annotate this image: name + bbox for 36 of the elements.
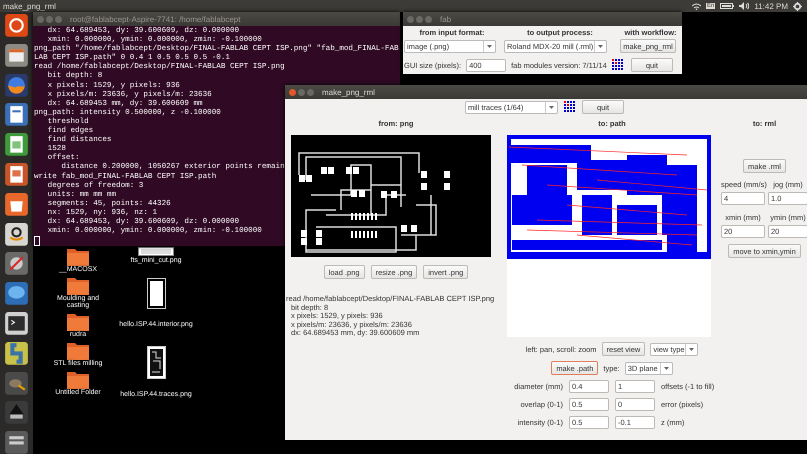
volume-icon[interactable] xyxy=(739,2,750,10)
terminal-icon[interactable] xyxy=(4,310,29,336)
caret-icon xyxy=(689,348,694,350)
folder-icon[interactable] xyxy=(66,312,90,331)
text-cursor xyxy=(34,236,40,246)
document-icon[interactable] xyxy=(4,102,29,128)
clock[interactable]: 11:42 PM xyxy=(754,2,788,10)
shopping-bag-icon[interactable] xyxy=(4,192,29,217)
folder-icon[interactable] xyxy=(66,341,90,360)
window-title: make_png_rml xyxy=(322,88,375,96)
window-title: make_png_rml xyxy=(2,2,57,10)
caret-icon xyxy=(549,106,554,108)
spreadsheet-icon[interactable] xyxy=(4,132,29,157)
globe-icon[interactable] xyxy=(4,72,29,98)
logo-icon[interactable] xyxy=(4,13,29,38)
grid-logo-icon xyxy=(564,101,576,113)
folder-icon[interactable] xyxy=(66,370,90,389)
image-file-icon[interactable] xyxy=(146,346,166,379)
wifi-icon[interactable] xyxy=(692,2,701,10)
chat-bubble-icon[interactable] xyxy=(4,281,29,306)
caret-icon xyxy=(487,44,492,48)
folder-icon[interactable] xyxy=(66,276,90,295)
window-title: fab xyxy=(440,14,452,24)
drawer-icon[interactable] xyxy=(4,42,29,68)
grid-logo-icon xyxy=(612,59,624,71)
caret-icon xyxy=(598,44,603,48)
presentation-icon[interactable] xyxy=(4,162,29,187)
folder-icon[interactable] xyxy=(66,247,90,266)
close-button[interactable] xyxy=(289,88,296,96)
window-title: root@fablabcept-Aspire-7741: /home/fablabcept xyxy=(70,14,240,24)
image-file-icon[interactable] xyxy=(138,247,174,256)
stack-icon[interactable] xyxy=(4,430,29,454)
snake-logo-icon[interactable] xyxy=(4,340,29,366)
battery-icon[interactable] xyxy=(720,3,734,9)
image-file-icon[interactable] xyxy=(146,278,166,309)
caret-icon xyxy=(664,366,669,370)
